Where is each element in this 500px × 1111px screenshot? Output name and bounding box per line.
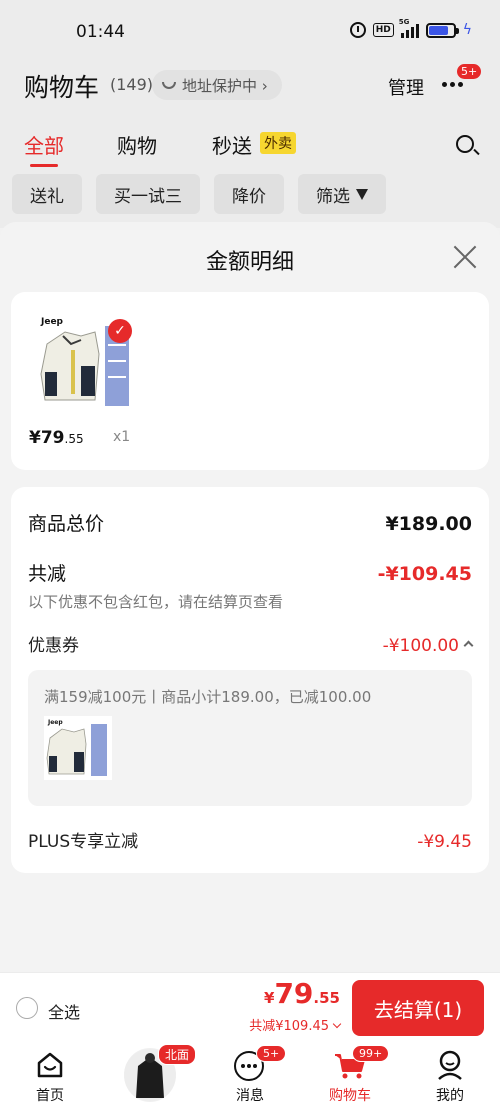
coupon-detail-box: 满159减100元丨商品小计189.00，已减100.00 Jeep (28, 670, 472, 806)
plus-label: PLUS专享立减 (28, 832, 139, 852)
manage-button[interactable]: 管理 (388, 74, 424, 100)
chip-filter[interactable]: 筛选 (298, 174, 386, 214)
page-title: 购物车 (24, 73, 100, 102)
more-badge: 5+ (457, 64, 482, 79)
cart-count: (149) (110, 75, 154, 94)
svg-text:Jeep: Jeep (40, 317, 64, 327)
battery-icon (425, 22, 459, 38)
tab-all[interactable]: 全部 (24, 130, 64, 167)
total-row: 商品总价 ¥189.00 (28, 509, 472, 536)
chevron-down-icon (332, 1019, 342, 1029)
more-icon[interactable] (442, 82, 463, 87)
product-qty: x1 (113, 429, 131, 445)
svg-text:Jeep: Jeep (47, 719, 63, 726)
total-value: ¥189.00 (385, 513, 472, 535)
cart-badge: 99+ (352, 1045, 390, 1062)
smile-icon (162, 81, 176, 89)
chip-price-drop[interactable]: 降价 (214, 174, 284, 214)
tabbar-profile-label: 我的 (436, 1088, 464, 1104)
close-icon[interactable] (452, 244, 478, 270)
tabbar-cart-label: 购物车 (329, 1088, 371, 1104)
promo-badge: 北面 (158, 1044, 197, 1065)
cart-header: 购物车 (149) 地址保护中 › 管理 5+ 全部 购物 秒送 外卖 送礼 买… (0, 58, 500, 228)
cart-tabs: 全部 购物 秒送 外卖 (0, 130, 500, 170)
coupon-description: 满159减100元丨商品小计189.00，已减100.00 (44, 688, 372, 706)
tabbar-home[interactable]: 首页 (0, 1042, 100, 1111)
product-price: ¥79.55 (29, 428, 84, 448)
address-protect-label: 地址保护中 › (182, 76, 268, 95)
alarm-icon (349, 22, 366, 38)
reduce-label: 共减 (28, 563, 67, 585)
tab-instant[interactable]: 秒送 (212, 130, 252, 159)
chip-try[interactable]: 买一试三 (96, 174, 200, 214)
reduce-value: -¥109.45 (377, 563, 472, 585)
checkout-button[interactable]: 去结算(1) (352, 980, 484, 1036)
sheet-title: 金额明细 (205, 250, 294, 275)
plus-value: -¥9.45 (417, 832, 472, 852)
tabbar-messages[interactable]: 5+ 消息 (200, 1042, 300, 1111)
checkout-total: ¥79.55 (264, 977, 340, 1010)
filter-icon (356, 188, 368, 200)
select-all-radio[interactable] (16, 997, 38, 1019)
search-icon[interactable] (456, 135, 474, 153)
chip-filter-label: 筛选 (316, 186, 350, 207)
bottom-tabbar: 首页 北面 5+ 消息 99+ 购物车 我的 (0, 1042, 500, 1111)
charging-icon: ϟ (462, 22, 472, 38)
status-bar: 01:44 HD 5G ϟ (0, 0, 500, 66)
home-icon (37, 1052, 63, 1078)
status-time: 01:44 (76, 22, 125, 42)
coupon-value-group: -¥100.00 (382, 636, 474, 656)
coupon-value: -¥100.00 (382, 636, 459, 656)
price-detail-card: 商品总价 ¥189.00 共减 -¥109.45 以下优惠不包含红包，请在结算页… (11, 487, 489, 873)
filter-chips: 送礼 买一试三 降价 筛选 (12, 174, 386, 214)
signal-icon: 5G (399, 18, 419, 38)
plus-row: PLUS专享立减 -¥9.45 (28, 827, 472, 852)
total-label: 商品总价 (28, 513, 105, 535)
message-badge: 5+ (256, 1045, 287, 1062)
chevron-up-icon (463, 640, 474, 651)
selected-check-icon[interactable]: ✓ (108, 319, 132, 343)
checkout-saved[interactable]: 共减¥109.45 (249, 1015, 342, 1034)
hd-icon: HD (372, 23, 394, 37)
amount-detail-sheet: 金额明细 Jeep ✓ ¥79.55 x1 商品总价 ¥189.00 共减 -¥… (0, 222, 500, 972)
tabbar-messages-label: 消息 (236, 1088, 264, 1104)
tabbar-cart[interactable]: 99+ 购物车 (300, 1042, 400, 1111)
chip-gift[interactable]: 送礼 (12, 174, 82, 214)
tabbar-home-label: 首页 (36, 1088, 64, 1104)
coupon-label: 优惠券 (28, 636, 79, 656)
product-card: Jeep ✓ ¥79.55 x1 (11, 292, 489, 470)
coupon-product-image: Jeep (44, 716, 112, 780)
tab-shopping[interactable]: 购物 (117, 130, 157, 159)
discount-note: 以下优惠不包含红包，请在结算页查看 (28, 593, 284, 611)
checkout-bar: 全选 ¥79.55 共减¥109.45 去结算(1) (0, 972, 500, 1042)
profile-icon (438, 1050, 462, 1080)
address-protect-pill[interactable]: 地址保护中 › (152, 70, 282, 100)
status-icons: HD 5G ϟ (349, 18, 472, 38)
takeout-badge: 外卖 (260, 132, 296, 154)
reduce-row: 共减 -¥109.45 (28, 559, 472, 586)
select-all-label[interactable]: 全选 (48, 999, 80, 1023)
tabbar-promo[interactable]: 北面 (100, 1042, 200, 1111)
coupon-row[interactable]: 优惠券 -¥100.00 (28, 631, 474, 656)
tabbar-profile[interactable]: 我的 (400, 1042, 500, 1111)
